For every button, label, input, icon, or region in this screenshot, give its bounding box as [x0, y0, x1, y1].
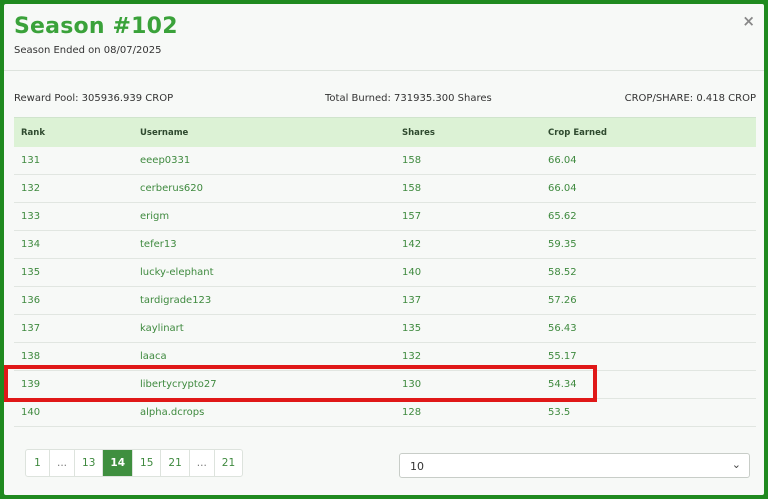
page-title: Season #102: [14, 14, 178, 39]
rank-cell: 131: [21, 155, 41, 166]
shares-cell: 140: [402, 267, 422, 278]
column-header-username[interactable]: Username: [140, 128, 188, 138]
username-cell[interactable]: tefer13: [140, 239, 177, 250]
page-ellipsis: ...: [50, 450, 76, 476]
crop-per-share: CROP/SHARE: 0.418 CROP: [624, 93, 756, 104]
chevron-down-icon: ⌄: [731, 458, 741, 471]
page-ellipsis: ...: [190, 450, 215, 476]
username-cell[interactable]: cerberus620: [140, 183, 203, 194]
table-row: 140 alpha.dcrops 128 53.5: [14, 399, 756, 427]
username-cell[interactable]: laaca: [140, 351, 167, 362]
username-cell[interactable]: lucky-elephant: [140, 267, 214, 278]
column-header-rank[interactable]: Rank: [21, 128, 45, 138]
table-row: 137 kaylinart 135 56.43: [14, 315, 756, 343]
page-size-value: 10: [410, 460, 424, 473]
crop-earned-cell: 53.5: [548, 407, 571, 418]
shares-cell: 158: [402, 183, 422, 194]
rank-cell: 134: [21, 239, 41, 250]
crop-earned-cell: 66.04: [548, 155, 577, 166]
page-button-14-active[interactable]: 14: [103, 450, 134, 476]
page-button-last[interactable]: 21: [215, 450, 242, 476]
username-cell[interactable]: eeep0331: [140, 155, 190, 166]
page-button-13[interactable]: 13: [75, 450, 104, 476]
username-cell[interactable]: erigm: [140, 211, 169, 222]
season-modal: Season #102 Season Ended on 08/07/2025 ×…: [4, 4, 764, 495]
column-header-crop-earned[interactable]: Crop Earned: [548, 128, 607, 138]
shares-cell: 142: [402, 239, 422, 250]
username-cell[interactable]: tardigrade123: [140, 295, 211, 306]
modal-header: Season #102 Season Ended on 08/07/2025 ×: [4, 4, 764, 71]
table-row: 134 tefer13 142 59.35: [14, 231, 756, 259]
rank-cell: 136: [21, 295, 41, 306]
page-button-15[interactable]: 15: [133, 450, 162, 476]
crop-earned-cell: 56.43: [548, 323, 577, 334]
reward-pool: Reward Pool: 305936.939 CROP: [14, 93, 174, 104]
shares-cell: 158: [402, 155, 422, 166]
rank-cell: 133: [21, 211, 41, 222]
shares-cell: 137: [402, 295, 422, 306]
rank-cell: 135: [21, 267, 41, 278]
rank-cell: 138: [21, 351, 41, 362]
crop-earned-cell: 59.35: [548, 239, 577, 250]
shares-cell: 135: [402, 323, 422, 334]
page-button-21[interactable]: 21: [161, 450, 190, 476]
table-header: Rank Username Shares Crop Earned: [14, 117, 756, 147]
crop-earned-cell: 65.62: [548, 211, 577, 222]
season-stats: Reward Pool: 305936.939 CROP Total Burne…: [14, 93, 756, 107]
table-row: 132 cerberus620 158 66.04: [14, 175, 756, 203]
username-cell[interactable]: kaylinart: [140, 323, 184, 334]
crop-earned-cell: 58.52: [548, 267, 577, 278]
table-row: 136 tardigrade123 137 57.26: [14, 287, 756, 315]
page-size-select[interactable]: 10 ⌄: [399, 453, 750, 478]
shares-cell: 132: [402, 351, 422, 362]
total-burned: Total Burned: 731935.300 Shares: [325, 93, 492, 104]
page-button-1[interactable]: 1: [26, 450, 50, 476]
table-row: 133 erigm 157 65.62: [14, 203, 756, 231]
shares-cell: 157: [402, 211, 422, 222]
crop-earned-cell: 66.04: [548, 183, 577, 194]
close-icon[interactable]: ×: [742, 14, 755, 29]
shares-cell: 128: [402, 407, 422, 418]
table-row: 131 eeep0331 158 66.04: [14, 147, 756, 175]
crop-earned-cell: 57.26: [548, 295, 577, 306]
season-end-date: Season Ended on 08/07/2025: [14, 45, 162, 56]
highlight-box: [4, 365, 597, 402]
pagination: 1 ... 13 14 15 21 ... 21: [25, 449, 244, 477]
rank-cell: 137: [21, 323, 41, 334]
table-row: 135 lucky-elephant 140 58.52: [14, 259, 756, 287]
column-header-shares[interactable]: Shares: [402, 128, 435, 138]
rank-cell: 140: [21, 407, 41, 418]
username-cell[interactable]: alpha.dcrops: [140, 407, 204, 418]
crop-earned-cell: 55.17: [548, 351, 577, 362]
rank-cell: 132: [21, 183, 41, 194]
